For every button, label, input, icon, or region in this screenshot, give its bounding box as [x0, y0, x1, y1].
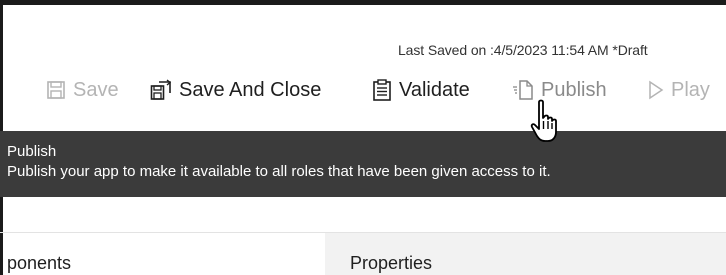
validate-button[interactable]: Validate — [372, 76, 470, 104]
save-icon — [46, 80, 66, 100]
tab-properties-label: Properties — [350, 253, 433, 273]
play-icon — [648, 80, 664, 100]
last-saved-status: Last Saved on :4/5/2023 11:54 AM *Draft — [398, 42, 648, 58]
hand-pointer-cursor-icon — [530, 99, 564, 143]
save-button[interactable]: Save — [46, 76, 119, 104]
command-bar: Save Save And Close Validate Publish Pla… — [0, 76, 726, 104]
tab-components[interactable]: ponents — [7, 253, 71, 274]
publish-tooltip: Publish Publish your app to make it avai… — [0, 131, 726, 197]
play-label: Play — [671, 78, 710, 101]
validate-label: Validate — [399, 78, 470, 101]
tooltip-title: Publish — [7, 143, 57, 160]
save-label: Save — [73, 78, 119, 101]
save-and-close-icon — [150, 79, 172, 101]
save-and-close-label: Save And Close — [179, 78, 322, 101]
play-button[interactable]: Play — [648, 76, 710, 104]
window-border-top — [0, 0, 726, 5]
tooltip-description: Publish your app to make it available to… — [7, 163, 551, 180]
save-and-close-button[interactable]: Save And Close — [150, 76, 321, 104]
publish-icon — [512, 79, 534, 101]
validate-clipboard-icon — [372, 79, 392, 101]
